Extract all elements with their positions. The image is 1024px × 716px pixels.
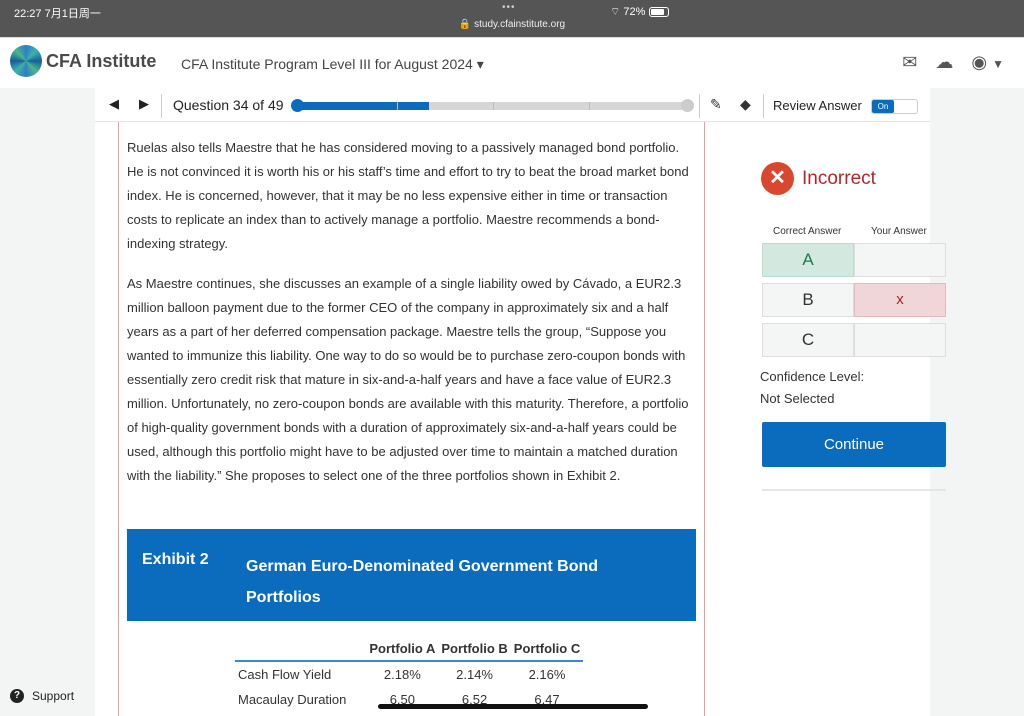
divider: [762, 489, 946, 491]
paragraph: As Maestre continues, she discusses an e…: [127, 276, 689, 483]
progress-end: [681, 99, 694, 112]
wifi-icon: ⌔: [610, 6, 621, 18]
answer-row-b: Bx: [762, 283, 946, 317]
progress-start: [291, 99, 304, 112]
answer-row-a: A: [762, 243, 946, 277]
prev-question-button[interactable]: ◀: [109, 96, 119, 112]
help-icon: ?: [10, 689, 24, 703]
support-link[interactable]: ? Support: [10, 689, 74, 703]
question-nav: ◀ ▶ Question 34 of 49 ✎ ◆ Review Answer …: [95, 88, 930, 122]
review-answer-label: Review Answer: [773, 98, 862, 113]
passage: Ruelas also tells Maestre that he has co…: [127, 136, 699, 504]
progress-fill: [295, 102, 430, 110]
your-answer-header: Your Answer: [871, 226, 927, 237]
table-row: Cash Flow Yield 2.18% 2.14% 2.16%: [238, 667, 566, 682]
mail-icon[interactable]: ✉: [902, 52, 917, 73]
caret-down-icon: ▼: [992, 57, 1004, 71]
question-stem-panel: Ruelas also tells Maestre that he has co…: [118, 122, 705, 716]
home-indicator[interactable]: [378, 704, 648, 709]
paragraph: Ruelas also tells Maestre that he has co…: [127, 140, 689, 251]
url-text[interactable]: study.cfainstitute.org: [474, 19, 565, 30]
status-bar: 22:27 7月1日周一 ••• 🔒 study.cfainstitute.or…: [0, 0, 1024, 37]
incorrect-status: ✕ Incorrect: [761, 162, 876, 195]
more-dots-icon[interactable]: •••: [502, 2, 516, 13]
battery-icon: [648, 7, 669, 18]
lock-icon: 🔒: [458, 19, 472, 30]
exhibit-header: Exhibit 2 German Euro-Denominated Govern…: [127, 529, 696, 621]
exhibit-table: Portfolio A Portfolio B Portfolio C Cash F…: [235, 637, 584, 712]
correct-answer-header: Correct Answer: [773, 226, 842, 237]
next-question-button[interactable]: ▶: [139, 96, 149, 112]
header: CFA Institute CFA Institute Program Leve…: [0, 37, 1024, 88]
user-menu[interactable]: ◉ ▼: [971, 52, 1004, 73]
question-counter: Question 34 of 49: [173, 97, 284, 113]
answer-panel: ✕ Incorrect Correct Answer Your Answer A …: [705, 122, 946, 716]
caret-down-icon: ▾: [476, 56, 484, 72]
answer-row-c: C: [762, 323, 946, 357]
battery-text: 72%: [623, 6, 646, 18]
user-avatar-icon: ◉: [971, 52, 988, 72]
review-answer-toggle[interactable]: On: [871, 99, 918, 114]
program-selector[interactable]: CFA Institute Program Level III for Augu…: [181, 56, 484, 73]
progress-bar[interactable]: [291, 99, 694, 112]
eraser-icon[interactable]: ◆: [740, 96, 751, 113]
continue-button[interactable]: Continue: [762, 422, 946, 467]
question-page: ◀ ▶ Question 34 of 49 ✎ ◆ Review Answer …: [95, 88, 946, 716]
error-x-icon: ✕: [761, 162, 794, 195]
confidence-level: Confidence Level: Not Selected: [760, 369, 865, 406]
highlighter-icon[interactable]: ✎: [710, 96, 722, 113]
logo-mark-icon: [10, 45, 42, 77]
cfa-logo[interactable]: CFA Institute: [10, 45, 156, 77]
cloud-download-icon[interactable]: ☁: [935, 52, 953, 73]
